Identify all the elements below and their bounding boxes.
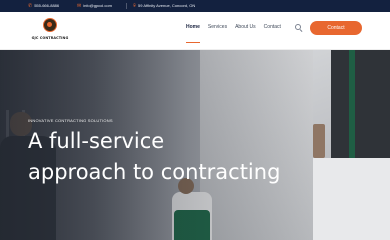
logo-mark-icon <box>43 18 57 32</box>
hero-title-line-1: A full-service <box>28 129 165 153</box>
side-image-bottom <box>313 158 390 240</box>
main-nav: Home Services About Us Contact <box>186 12 281 50</box>
side-image-worker-shirt <box>331 50 390 158</box>
map-pin-icon: ⌾ <box>133 3 137 9</box>
nav-home[interactable]: Home <box>186 12 200 50</box>
nav-about-us[interactable]: About Us <box>235 12 256 50</box>
topbar-address: ⌾ 59 Affinity Avenue, Concord, ON <box>133 0 195 12</box>
side-image-worker-strap <box>349 50 355 158</box>
logo[interactable]: GJC CONTRACTING <box>30 16 70 46</box>
nav-contact[interactable]: Contact <box>264 12 281 50</box>
search-icon[interactable] <box>295 24 303 32</box>
topbar-phone-text: 555-666-8886 <box>34 3 60 8</box>
phone-icon: ✆ <box>28 3 33 9</box>
topbar-phone[interactable]: ✆ 555-666-8886 <box>28 0 59 12</box>
site-header: GJC CONTRACTING Home Services About Us C… <box>0 12 390 50</box>
email-icon: ✉ <box>77 3 82 9</box>
search-icon-handle <box>299 29 303 32</box>
topbar-email-text: info@gpcol.com <box>83 3 112 8</box>
top-info-bar: ✆ 555-666-8886 ✉ info@gpcol.com ⌾ 59 Aff… <box>0 0 390 12</box>
topbar-address-text: 59 Affinity Avenue, Concord, ON <box>138 3 196 8</box>
contact-button[interactable]: Contact <box>310 21 362 35</box>
logo-text: GJC CONTRACTING <box>31 36 69 40</box>
topbar-email[interactable]: ✉ info@gpcol.com <box>77 0 112 12</box>
hero-banner: INNOVATIVE CONTRACTING SOLUTIONS A full-… <box>0 50 313 240</box>
hero-tagline: INNOVATIVE CONTRACTING SOLUTIONS <box>28 118 113 123</box>
side-image-worker-arm <box>313 124 325 158</box>
side-image-panel <box>313 50 390 240</box>
topbar-divider <box>126 3 127 9</box>
nav-services[interactable]: Services <box>208 12 227 50</box>
hero-title-line-2: approach to contracting <box>28 160 281 184</box>
